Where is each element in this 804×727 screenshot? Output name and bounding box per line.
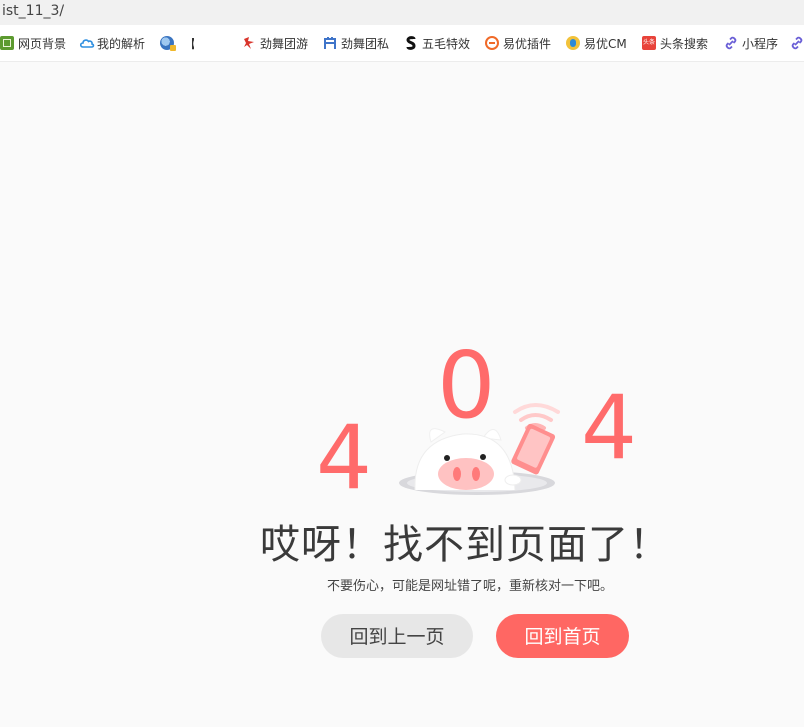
bookmark-label: 五毛特效 [422,36,470,51]
bookmark-item[interactable]: 易优插件 [485,35,553,51]
blue-a-icon [323,36,337,50]
bookmark-item[interactable]: 易优CM [566,35,632,51]
black-s-icon [404,36,418,50]
bookmark-item[interactable]: 五毛特效 [404,35,470,51]
bookmark-label: 我的解析 [97,36,146,51]
bookmarks-bar: 网页背景 我的解析 【 劲舞团游 劲舞团私 五毛特效 易优插件 易优CM [0,25,804,62]
bookmark-item[interactable]: 小程序 [724,35,784,51]
bookmark-label: 劲舞团游 [260,36,309,51]
bookmark-item[interactable]: 我的解析 [79,35,147,51]
link-icon [724,36,738,50]
address-bar[interactable]: ist_11_3/ [0,0,804,25]
pig-icon [399,403,560,495]
red-leaf-icon [242,36,256,50]
error-digit-left: 4 [316,406,372,509]
bookmark-item[interactable]: 【 [160,35,194,51]
link-icon [790,36,804,50]
bookmark-item[interactable]: 头条搜索 [642,35,712,51]
bookmark-item[interactable]: 劲舞团私 [323,35,391,51]
error-digit-right: 4 [581,376,637,479]
green-square-icon [0,36,14,50]
bookmark-label: 【 [184,35,194,51]
cloud-icon [79,36,95,50]
bookmark-label: 劲舞团私 [341,36,390,51]
bookmark-item[interactable]: 劲舞团游 [242,35,310,51]
toutiao-icon [642,36,656,50]
back-button[interactable]: 回到上一页 [321,614,473,658]
bookmark-item[interactable] [790,35,804,51]
url-text: ist_11_3/ [2,3,65,19]
bookmark-label: 小程序 [742,36,779,51]
e-icon [485,36,499,50]
bookmark-label: 易优CM [584,36,627,51]
error-title: 哎呀！找不到页面了！ [260,522,670,568]
home-button[interactable]: 回到首页 [496,614,629,658]
bookmark-item[interactable]: 网页背景 [0,35,66,51]
pig-illustration [395,390,570,510]
error-subtitle: 不要伤心，可能是网址错了呢，重新核对一下吧。 [326,579,613,594]
globe-icon [160,36,176,51]
yellow-face-icon [566,36,580,50]
bookmark-label: 头条搜索 [660,36,709,51]
bookmark-label: 网页背景 [18,36,66,51]
bookmark-label: 易优插件 [503,36,552,51]
